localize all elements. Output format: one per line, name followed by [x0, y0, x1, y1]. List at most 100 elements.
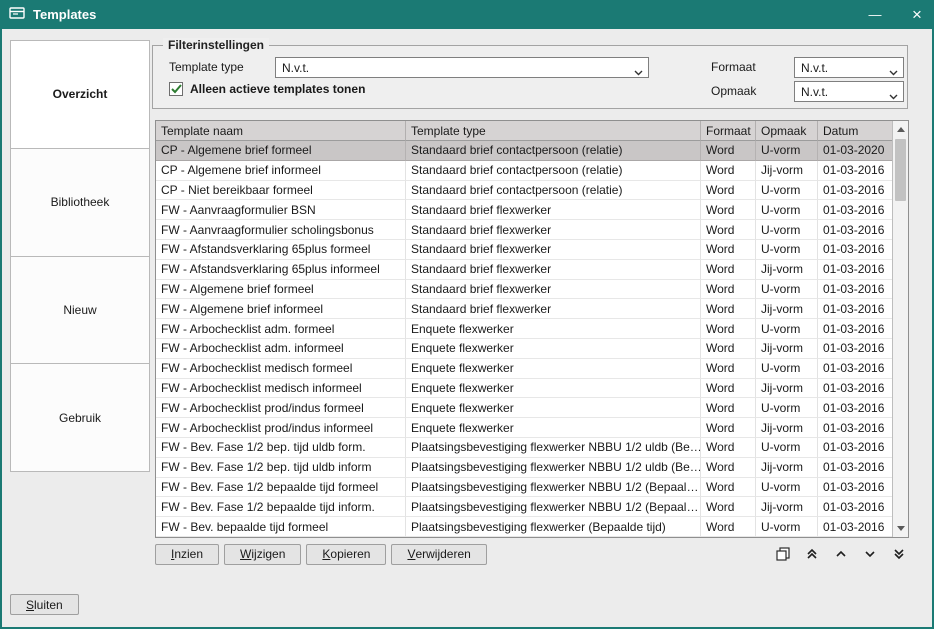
column-header-template-naam[interactable]: Template naam [156, 121, 406, 141]
formaat-value: N.v.t. [801, 61, 828, 75]
table-row[interactable]: FW - Bev. Fase 1/2 bepaalde tijd formeel… [156, 478, 892, 498]
cell-template-type: Plaatsingsbevestiging flexwerker NBBU 1/… [406, 458, 701, 478]
cell-formaat: Word [701, 280, 756, 300]
opmaak-dropdown[interactable]: N.v.t. [794, 81, 904, 102]
table-row[interactable]: FW - Arbochecklist adm. formeel Enquete … [156, 319, 892, 339]
active-only-checkbox-row[interactable]: Alleen actieve templates tonen [169, 82, 365, 96]
check-icon [171, 84, 182, 94]
cell-opmaak: U-vorm [756, 319, 818, 339]
opmaak-label: Opmaak [711, 84, 756, 98]
cell-datum: 01-03-2016 [818, 339, 892, 359]
cell-formaat: Word [701, 418, 756, 438]
window-title: Templates [33, 7, 96, 22]
table-row[interactable]: FW - Bev. Fase 1/2 bep. tijd uldb inform… [156, 458, 892, 478]
chevron-down-icon [889, 65, 898, 79]
cell-formaat: Word [701, 200, 756, 220]
table-row[interactable]: FW - Bev. Fase 1/2 bepaalde tijd inform.… [156, 497, 892, 517]
scroll-up-icon[interactable] [893, 121, 908, 138]
cell-formaat: Word [701, 438, 756, 458]
cell-template-naam: CP - Niet bereikbaar formeel [156, 181, 406, 201]
table-row[interactable]: FW - Aanvraagformulier BSN Standaard bri… [156, 200, 892, 220]
verwijderen-button[interactable]: Verwijderen [391, 544, 486, 565]
cell-template-naam: FW - Algemene brief formeel [156, 280, 406, 300]
cell-template-type: Enquete flexwerker [406, 339, 701, 359]
table-row[interactable]: FW - Algemene brief informeel Standaard … [156, 299, 892, 319]
table-row[interactable]: FW - Algemene brief formeel Standaard br… [156, 280, 892, 300]
table-row[interactable]: FW - Arbochecklist prod/indus informeel … [156, 418, 892, 438]
active-only-checkbox[interactable] [169, 82, 183, 96]
cell-formaat: Word [701, 398, 756, 418]
cell-datum: 01-03-2016 [818, 200, 892, 220]
minimize-button[interactable]: — [858, 0, 892, 29]
vertical-scrollbar[interactable] [892, 121, 908, 537]
templates-window: Templates — × Overzicht Bibliotheek Nieu… [0, 0, 934, 629]
table-row[interactable]: FW - Arbochecklist medisch informeel Enq… [156, 379, 892, 399]
cell-formaat: Word [701, 319, 756, 339]
cell-template-type: Standaard brief flexwerker [406, 280, 701, 300]
wijzigen-button[interactable]: Wijzigen [224, 544, 301, 565]
cell-template-type: Standaard brief contactpersoon (relatie) [406, 181, 701, 201]
chevron-up-icon[interactable] [831, 544, 851, 564]
cell-formaat: Word [701, 359, 756, 379]
table-row[interactable]: CP - Niet bereikbaar formeel Standaard b… [156, 181, 892, 201]
cell-formaat: Word [701, 339, 756, 359]
cell-datum: 01-03-2016 [818, 319, 892, 339]
cell-template-naam: FW - Afstandsverklaring 65plus formeel [156, 240, 406, 260]
column-header-opmaak[interactable]: Opmaak [756, 121, 818, 141]
cell-opmaak: Jij-vorm [756, 299, 818, 319]
table-row[interactable]: FW - Afstandsverklaring 65plus informeel… [156, 260, 892, 280]
table-row[interactable]: CP - Algemene brief formeel Standaard br… [156, 141, 892, 161]
table-row[interactable]: FW - Arbochecklist adm. informeel Enquet… [156, 339, 892, 359]
table-row[interactable]: FW - Bev. Fase 1/2 bep. tijd uldb form. … [156, 438, 892, 458]
cell-template-type: Enquete flexwerker [406, 398, 701, 418]
chevron-double-up-icon[interactable] [802, 544, 822, 564]
cell-template-naam: FW - Afstandsverklaring 65plus informeel [156, 260, 406, 280]
kopieren-button[interactable]: Kopieren [306, 544, 386, 565]
cell-opmaak: U-vorm [756, 200, 818, 220]
cell-opmaak: Jij-vorm [756, 418, 818, 438]
table-row[interactable]: FW - Arbochecklist medisch formeel Enque… [156, 359, 892, 379]
sluiten-button[interactable]: Sluiten [10, 594, 79, 615]
scrollbar-thumb[interactable] [895, 139, 906, 201]
cell-datum: 01-03-2016 [818, 478, 892, 498]
cell-opmaak: U-vorm [756, 141, 818, 161]
sidebar-item-overzicht[interactable]: Overzicht [10, 40, 150, 149]
copy-pages-icon[interactable] [773, 544, 793, 564]
table-row[interactable]: FW - Bev. bepaalde tijd formeel Plaatsin… [156, 517, 892, 537]
scrollbar-track[interactable] [893, 138, 908, 520]
cell-datum: 01-03-2016 [818, 260, 892, 280]
sidebar-item-nieuw[interactable]: Nieuw [10, 256, 150, 365]
cell-opmaak: Jij-vorm [756, 339, 818, 359]
cell-template-naam: CP - Algemene brief informeel [156, 161, 406, 181]
scroll-down-icon[interactable] [893, 520, 908, 537]
cell-opmaak: U-vorm [756, 181, 818, 201]
column-header-formaat[interactable]: Formaat [701, 121, 756, 141]
column-header-template-type[interactable]: Template type [406, 121, 701, 141]
table-row[interactable]: FW - Arbochecklist prod/indus formeel En… [156, 398, 892, 418]
cell-datum: 01-03-2016 [818, 181, 892, 201]
template-type-dropdown[interactable]: N.v.t. [275, 57, 649, 78]
cell-opmaak: U-vorm [756, 438, 818, 458]
cell-formaat: Word [701, 497, 756, 517]
cell-datum: 01-03-2016 [818, 418, 892, 438]
cell-template-naam: FW - Bev. Fase 1/2 bepaalde tijd inform. [156, 497, 406, 517]
column-header-datum[interactable]: Datum [818, 121, 892, 141]
formaat-dropdown[interactable]: N.v.t. [794, 57, 904, 78]
table-row[interactable]: CP - Algemene brief informeel Standaard … [156, 161, 892, 181]
cell-datum: 01-03-2016 [818, 398, 892, 418]
sidebar-item-bibliotheek[interactable]: Bibliotheek [10, 148, 150, 257]
close-button[interactable]: × [900, 0, 934, 29]
cell-datum: 01-03-2016 [818, 359, 892, 379]
table-row[interactable]: FW - Aanvraagformulier scholingsbonus St… [156, 220, 892, 240]
chevron-down-icon[interactable] [860, 544, 880, 564]
cell-datum: 01-03-2016 [818, 458, 892, 478]
sidebar-item-gebruik[interactable]: Gebruik [10, 363, 150, 472]
chevron-double-down-icon[interactable] [889, 544, 909, 564]
inzien-button[interactable]: Inzien [155, 544, 219, 565]
cell-template-type: Plaatsingsbevestiging flexwerker NBBU 1/… [406, 478, 701, 498]
cell-template-type: Standaard brief contactpersoon (relatie) [406, 161, 701, 181]
table-row[interactable]: FW - Afstandsverklaring 65plus formeel S… [156, 240, 892, 260]
titlebar: Templates — × [0, 0, 934, 29]
cell-template-type: Standaard brief flexwerker [406, 200, 701, 220]
cell-datum: 01-03-2016 [818, 299, 892, 319]
